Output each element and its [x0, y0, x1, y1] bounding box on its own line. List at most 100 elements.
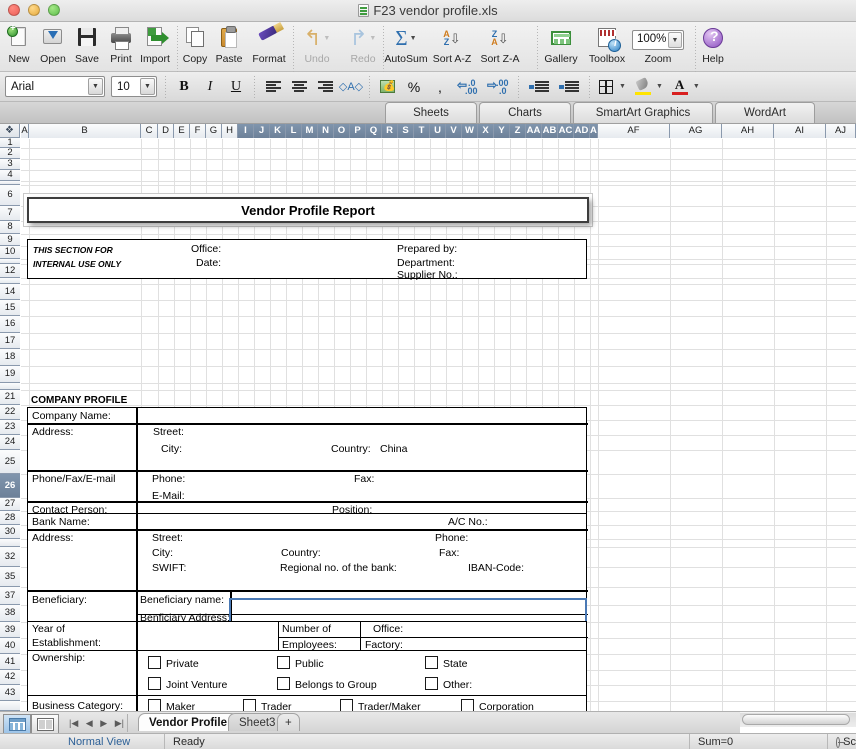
row-header-3[interactable]: 3 — [0, 159, 20, 170]
column-header-B[interactable]: B — [29, 124, 141, 138]
row-header-24[interactable]: 24 — [0, 435, 20, 450]
checkbox-corporation[interactable] — [461, 699, 474, 711]
nav-first-sheet-icon[interactable]: |◀ — [69, 718, 78, 729]
borders-button[interactable] — [595, 74, 617, 100]
row-header-collapsed[interactable] — [0, 539, 20, 547]
column-header-L[interactable]: L — [286, 124, 302, 138]
select-all-corner[interactable]: ❖ — [0, 124, 20, 138]
column-header-R[interactable]: R — [382, 124, 398, 138]
checkbox-state[interactable] — [425, 656, 438, 669]
row-header-10[interactable]: 10 — [0, 246, 20, 259]
align-right-button[interactable] — [312, 74, 338, 100]
row-header-38[interactable]: 38 — [0, 605, 20, 622]
row-header-8[interactable]: 8 — [0, 221, 20, 234]
column-header-N[interactable]: N — [318, 124, 334, 138]
redo-button[interactable]: ↱ ▼ Redo — [340, 22, 386, 72]
gallery-button[interactable]: Gallery — [538, 22, 584, 72]
zoom-stepper-icon[interactable]: ▼ — [668, 32, 682, 48]
column-header-X[interactable]: X — [478, 124, 494, 138]
nav-prev-sheet-icon[interactable]: ◀ — [86, 718, 93, 729]
tab-wordart[interactable]: WordArt — [715, 102, 815, 123]
column-header-V[interactable]: V — [446, 124, 462, 138]
row-header-collapsed[interactable] — [0, 383, 20, 390]
row-header-41[interactable]: 41 — [0, 654, 20, 670]
row-header-23[interactable]: 23 — [0, 420, 20, 435]
open-button[interactable]: Open — [36, 22, 70, 72]
column-header-AC[interactable]: AC — [558, 124, 574, 138]
row-header-18[interactable]: 18 — [0, 349, 20, 366]
column-header-O[interactable]: O — [334, 124, 350, 138]
align-left-button[interactable] — [260, 74, 286, 100]
column-header-AF[interactable]: AF — [598, 124, 670, 138]
row-header-25[interactable]: 25 — [0, 450, 20, 474]
row-header-collapsed[interactable] — [0, 701, 20, 711]
row-header-26[interactable]: 26 — [0, 474, 20, 498]
increase-decimal-button[interactable]: ⇦ .0 .00 — [453, 74, 483, 100]
row-header-42[interactable]: 42 — [0, 670, 20, 685]
comma-style-button[interactable]: , — [427, 74, 453, 100]
checkbox-public[interactable] — [277, 656, 290, 669]
column-header-J[interactable]: J — [254, 124, 270, 138]
column-header-C[interactable]: C — [141, 124, 158, 138]
zoom-control[interactable]: 100% ▼ Zoom — [630, 22, 686, 72]
row-header-35[interactable]: 35 — [0, 567, 20, 587]
column-header-I[interactable]: I — [238, 124, 254, 138]
checkbox-trader[interactable] — [243, 699, 256, 711]
column-header-M[interactable]: M — [302, 124, 318, 138]
column-header-Q[interactable]: Q — [366, 124, 382, 138]
column-header-Z[interactable]: Z — [510, 124, 526, 138]
row-header-9[interactable]: 9 — [0, 234, 20, 246]
active-cell-selection[interactable] — [229, 598, 587, 623]
row-header-12[interactable]: 12 — [0, 264, 20, 278]
chevron-down-icon[interactable]: ▼ — [693, 83, 700, 90]
chevron-down-icon[interactable]: ▼ — [88, 78, 103, 95]
row-header-7[interactable]: 7 — [0, 206, 20, 221]
tab-sheets[interactable]: Sheets — [385, 102, 477, 123]
checkbox-other[interactable] — [425, 677, 438, 690]
chevron-down-icon[interactable]: ▼ — [369, 35, 376, 42]
undo-button[interactable]: ↰ ▼ Undo — [294, 22, 340, 72]
sort-az-button[interactable]: A Z ⇩ Sort A-Z — [428, 22, 476, 72]
chevron-down-icon[interactable]: ▼ — [140, 78, 155, 95]
column-header-E[interactable]: E — [174, 124, 190, 138]
row-header-39[interactable]: 39 — [0, 622, 20, 638]
row-header-40[interactable]: 40 — [0, 638, 20, 654]
chevron-down-icon[interactable]: ▼ — [410, 35, 417, 42]
increase-indent-button[interactable] — [554, 74, 584, 100]
row-header-17[interactable]: 17 — [0, 333, 20, 349]
row-header-30[interactable]: 30 — [0, 525, 20, 539]
row-header-4[interactable]: 4 — [0, 170, 20, 181]
column-header-AA[interactable]: AA — [526, 124, 542, 138]
sheet-tab-vendor-profile[interactable]: Vendor Profile — [138, 713, 238, 731]
row-header-15[interactable]: 15 — [0, 300, 20, 316]
font-name-combo[interactable]: Arial ▼ — [5, 76, 105, 97]
column-header-K[interactable]: K — [270, 124, 286, 138]
toolbox-button[interactable]: Toolbox — [584, 22, 630, 72]
column-header-AJ[interactable]: AJ — [826, 124, 856, 138]
decrease-indent-button[interactable] — [524, 74, 554, 100]
column-header-U[interactable]: U — [430, 124, 446, 138]
bold-button[interactable]: B — [171, 74, 197, 100]
row-header-6[interactable]: 6 — [0, 185, 20, 206]
column-header-AG[interactable]: AG — [670, 124, 722, 138]
column-header-S[interactable]: S — [398, 124, 414, 138]
checkbox-trader-maker[interactable] — [340, 699, 353, 711]
nav-last-sheet-icon[interactable]: ▶| — [115, 718, 124, 729]
row-header-27[interactable]: 27 — [0, 498, 20, 511]
import-button[interactable]: Import — [138, 22, 172, 72]
print-button[interactable]: Print — [104, 22, 138, 72]
fill-color-button[interactable] — [632, 74, 654, 100]
checkbox-joint-venture[interactable] — [148, 677, 161, 690]
row-header-16[interactable]: 16 — [0, 316, 20, 333]
save-button[interactable]: Save — [70, 22, 104, 72]
column-header-D[interactable]: D — [158, 124, 174, 138]
column-header-AE[interactable]: AE — [590, 124, 598, 138]
row-header-2[interactable]: 2 — [0, 148, 20, 159]
chevron-down-icon[interactable]: ▼ — [619, 83, 626, 90]
column-header-AH[interactable]: AH — [722, 124, 774, 138]
row-header-32[interactable]: 32 — [0, 547, 20, 567]
help-button[interactable]: Help — [696, 22, 730, 72]
column-header-T[interactable]: T — [414, 124, 430, 138]
autosum-button[interactable]: Σ ▼ AutoSum — [384, 22, 428, 72]
checkbox-maker[interactable] — [148, 699, 161, 711]
